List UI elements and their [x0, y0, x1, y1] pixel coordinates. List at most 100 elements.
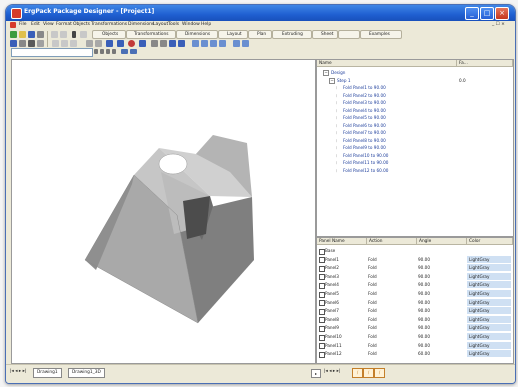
layer-icon[interactable] [28, 40, 35, 47]
tree-row[interactable]: − Design [317, 69, 513, 76]
transformations-button[interactable]: Transformations [126, 30, 176, 39]
cell-panel-name[interactable]: Panel10 [325, 333, 342, 340]
extruding-button[interactable]: Extruding [272, 30, 312, 39]
bullet-icon[interactable] [106, 49, 110, 54]
tree-row[interactable]: ⁝ Fold Panel6 to 90.00 [317, 122, 513, 129]
mdi-window-controls[interactable]: _ ☐ × [492, 22, 505, 27]
minimize-button[interactable]: _ [465, 7, 479, 20]
cell-action[interactable]: Fold [368, 316, 377, 323]
play-icon[interactable] [139, 40, 146, 47]
pointer-icon[interactable] [72, 31, 76, 38]
table-row[interactable]: Panel6 Fold 90.00 LightGray [317, 298, 513, 307]
grid-icon[interactable] [19, 40, 26, 47]
cell-action[interactable]: Fold [368, 299, 377, 306]
table-row[interactable]: Panel2 Fold 90.00 LightGray [317, 264, 513, 272]
tree-row[interactable]: ⁝ Fold Panel1 to 90.00 [317, 84, 513, 91]
tree-header-value[interactable]: Fa... [457, 60, 513, 67]
cell-angle[interactable]: 90.00 [418, 281, 430, 288]
rotate-icon[interactable] [106, 40, 113, 47]
cell-panel-name[interactable]: Panel8 [325, 316, 339, 323]
plan-button[interactable]: Plan [248, 30, 272, 39]
tree-row[interactable]: ⁝ Fold Panel8 to 90.00 [317, 137, 513, 144]
snap-icon[interactable] [37, 40, 44, 47]
cell-angle[interactable]: 60.00 [418, 350, 430, 357]
zoom-out-icon[interactable] [160, 40, 167, 47]
cell-panel-name[interactable]: Panel5 [325, 290, 339, 297]
iso-view-icon[interactable] [219, 40, 226, 47]
menu-file[interactable]: File [19, 22, 27, 27]
bullet-icon[interactable] [100, 49, 104, 54]
tree-row[interactable]: ⁝ Fold Panel12 to 60.00 [317, 167, 513, 174]
table-row[interactable]: Panel9 Fold 90.00 LightGray [317, 324, 513, 332]
maximize-button[interactable]: □ [480, 7, 494, 20]
line-icon[interactable] [130, 49, 137, 54]
sheet-nav-arrows[interactable]: |◂ ◂ ▸ ▸| [10, 369, 26, 374]
cell-panel-name[interactable]: Panel3 [325, 273, 339, 280]
title-bar[interactable]: ErgPack Package Designer - [Project1] _ … [6, 5, 515, 21]
cell-color[interactable]: LightGray [467, 272, 511, 280]
fill-icon[interactable] [121, 49, 128, 54]
top-view-icon[interactable] [210, 40, 217, 47]
cell-angle[interactable]: 90.00 [418, 324, 430, 331]
group-icon[interactable] [70, 40, 77, 47]
tree-row[interactable]: ⁝ Fold Panel11 to 90.00 [317, 159, 513, 166]
table-row[interactable]: Panel3 Fold 90.00 LightGray [317, 272, 513, 281]
cell-color[interactable]: LightGray [467, 324, 511, 332]
cell-panel-name[interactable]: Base [325, 247, 335, 254]
menu-window[interactable]: Window [182, 22, 200, 27]
cell-action[interactable]: Fold [368, 307, 377, 314]
cell-color[interactable]: LightGray [467, 290, 511, 297]
table-row[interactable]: Panel4 Fold 90.00 LightGray [317, 281, 513, 289]
tree-row[interactable]: ⁝ Fold Panel2 to 90.00 [317, 92, 513, 99]
cell-color[interactable]: LightGray [467, 350, 511, 358]
view-icon[interactable] [10, 40, 17, 47]
menu-dimensions[interactable]: Dimensions [128, 22, 154, 27]
cell-angle[interactable]: 90.00 [418, 307, 430, 314]
align-icon[interactable] [52, 40, 59, 47]
cell-action[interactable]: Fold [368, 281, 377, 288]
cell-action[interactable]: Fold [368, 273, 377, 280]
cell-action[interactable]: Fold [368, 350, 377, 357]
cell-angle[interactable]: 90.00 [418, 273, 430, 280]
prop-header-color[interactable]: Color [467, 238, 513, 245]
wireframe-icon[interactable] [242, 40, 249, 47]
cell-panel-name[interactable]: Panel6 [325, 299, 339, 306]
menu-help[interactable]: Help [201, 22, 211, 27]
objects-button[interactable]: Objects [92, 30, 126, 39]
cell-action[interactable]: Fold [368, 290, 377, 297]
cell-angle[interactable]: 90.00 [418, 290, 430, 297]
cell-color[interactable]: LightGray [467, 255, 511, 263]
pan-icon[interactable] [95, 40, 102, 47]
cell-action[interactable]: Fold [368, 342, 377, 349]
menu-view[interactable]: View [43, 22, 54, 27]
side-view-icon[interactable] [201, 40, 208, 47]
panel-tab-3[interactable]: / [374, 368, 385, 378]
bullet-icon[interactable] [94, 49, 98, 54]
cell-angle[interactable]: 90.00 [418, 299, 430, 306]
print-icon[interactable] [37, 31, 44, 38]
tree-row[interactable]: ⁝ Fold Panel10 to 90.00 [317, 152, 513, 159]
menu-transformations[interactable]: Transformations [91, 22, 127, 27]
view-toggle-button[interactable] [338, 30, 360, 39]
cell-angle[interactable]: 90.00 [418, 264, 430, 271]
cell-color[interactable]: LightGray [467, 264, 511, 272]
tree-row[interactable]: ⁝ Fold Panel9 to 90.00 [317, 144, 513, 151]
table-row[interactable]: Panel7 Fold 90.00 LightGray [317, 307, 513, 315]
save-icon[interactable] [28, 31, 35, 38]
cell-panel-name[interactable]: Panel7 [325, 307, 339, 314]
front-view-icon[interactable] [192, 40, 199, 47]
examples-button[interactable]: Examples [360, 30, 402, 39]
cell-angle[interactable]: 90.00 [418, 342, 430, 349]
cell-panel-name[interactable]: Panel1 [325, 256, 339, 263]
dimensions-button[interactable]: Dimensions [176, 30, 218, 39]
tab-drawing1[interactable]: Drawing1 [33, 368, 62, 378]
tree-row[interactable]: ⁝ Fold Panel3 to 90.00 [317, 99, 513, 106]
fit-icon[interactable] [169, 40, 176, 47]
sheet-button[interactable]: Sheet [312, 30, 338, 39]
cell-action[interactable]: Fold [368, 264, 377, 271]
tree-row[interactable]: ⁝ Fold Panel5 to 90.00 [317, 114, 513, 121]
tree-expander-icon[interactable]: − [323, 70, 329, 76]
table-row[interactable]: Panel11 Fold 90.00 LightGray [317, 341, 513, 350]
close-button[interactable]: × [495, 7, 509, 20]
menu-tools[interactable]: Tools [168, 22, 179, 27]
